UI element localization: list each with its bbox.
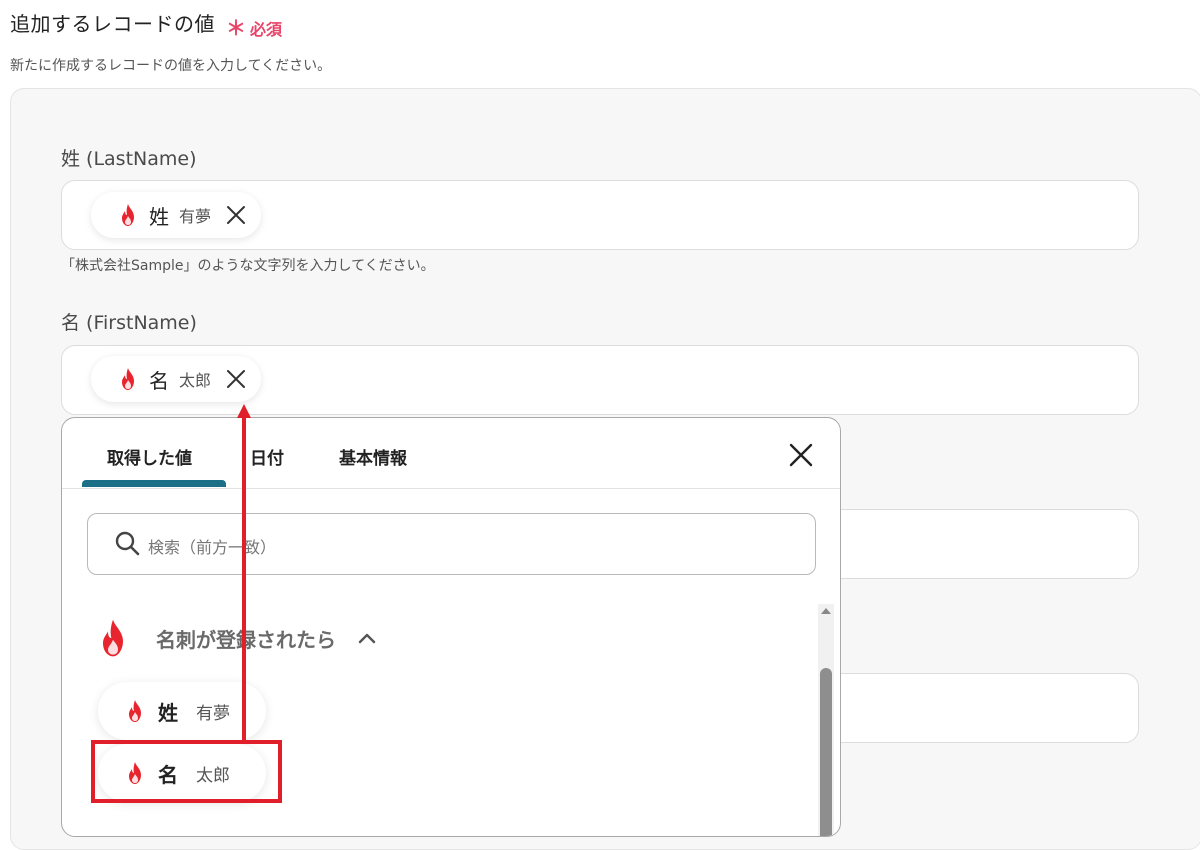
required-badge: ＊必須 [226,12,282,41]
search-icon [115,531,140,556]
scroll-up-arrow-icon[interactable] [820,606,832,616]
last-name-chip[interactable]: 姓 有夢 [91,192,262,238]
close-icon[interactable] [788,442,814,468]
first-name-chip[interactable]: 名 太郎 [91,356,262,402]
flame-icon [98,618,128,658]
active-tab-indicator [82,480,226,487]
close-icon[interactable] [225,368,247,390]
section-description: 新たに作成するレコードの値を入力してください。 [10,58,332,74]
last-name-hint: 「株式会社Sample」のような文字列を入力してください。 [61,258,435,274]
flame-icon [119,203,137,227]
tab-basic-info[interactable]: 基本情報 [339,444,407,469]
annotation-arrow-line [242,417,246,741]
tab-date[interactable]: 日付 [250,444,284,469]
required-mark: ＊ [226,16,246,40]
picker-tabs: 取得した値 日付 基本情報 [62,418,840,489]
last-name-label: 姓 (LastName) [61,148,197,170]
section-title: 追加するレコードの値 [10,12,215,36]
group-name: 名刺が登録されたら [156,627,336,652]
required-label: 必須 [250,20,283,39]
option-value: 有夢 [196,703,230,724]
annotation-highlight-box [91,740,282,803]
chevron-up-icon[interactable] [358,631,376,645]
group-header[interactable]: 名刺が登録されたら [98,618,376,658]
option-item[interactable]: 姓 有夢 [98,682,266,740]
scrollbar-thumb[interactable] [820,668,832,836]
flame-icon [126,699,144,723]
chip-value: 有夢 [179,207,212,226]
chip-value: 太郎 [179,371,212,390]
search-placeholder: 検索（前方一致） [148,538,277,557]
chip-name: 姓 [149,204,169,229]
search-input[interactable]: 検索（前方一致） [87,513,816,575]
flame-icon [119,367,137,391]
chip-name: 名 [149,368,169,393]
first-name-label: 名 (FirstName) [61,312,197,334]
arrow-up-icon [237,404,251,418]
tab-retrieved-values[interactable]: 取得した値 [107,444,192,469]
option-name: 姓 [158,700,178,725]
close-icon[interactable] [225,204,247,226]
